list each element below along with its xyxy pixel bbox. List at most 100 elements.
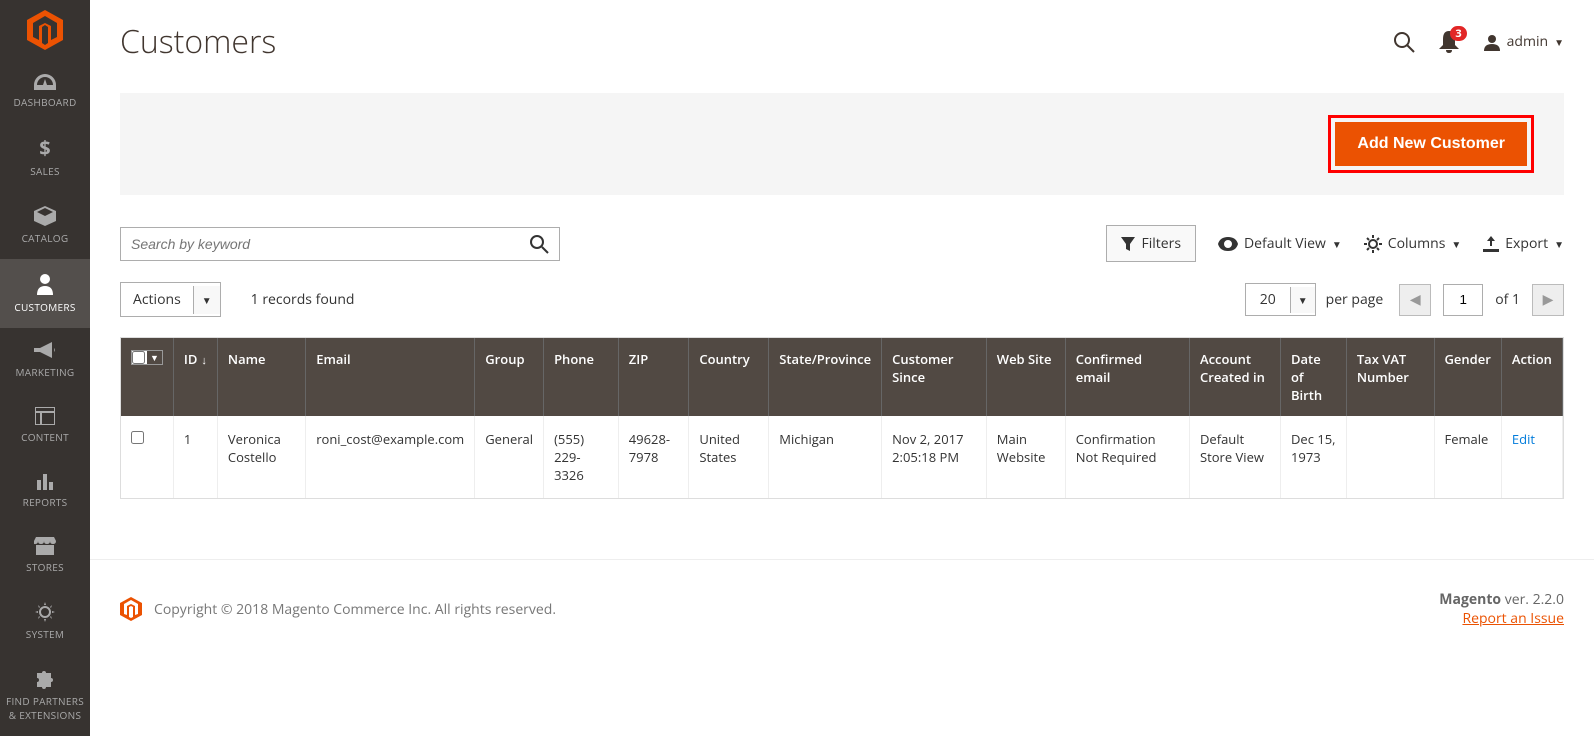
- chevron-down-icon: ▼: [1451, 237, 1461, 251]
- view-label: Default View: [1244, 234, 1326, 253]
- nav-reports[interactable]: REPORTS: [0, 458, 90, 523]
- col-checkbox: ▼: [121, 338, 173, 416]
- page-footer: Copyright © 2018 Magento Commerce Inc. A…: [90, 559, 1594, 658]
- page-input[interactable]: [1443, 284, 1483, 316]
- nav-partners[interactable]: FIND PARTNERS & EXTENSIONS: [0, 655, 90, 736]
- search-box: [120, 227, 560, 261]
- col-state[interactable]: State/Province: [769, 338, 882, 416]
- cell-dob: Dec 15, 1973: [1280, 416, 1346, 498]
- page-title: Customers: [120, 20, 276, 63]
- nav-label: STORES: [26, 560, 64, 574]
- grid-toolbar: Filters Default View ▼ Columns ▼ Export …: [90, 225, 1594, 262]
- col-name[interactable]: Name: [217, 338, 305, 416]
- store-icon: [34, 537, 56, 555]
- cell-group: General: [475, 416, 544, 498]
- col-zip[interactable]: ZIP: [618, 338, 689, 416]
- megaphone-icon: [34, 342, 56, 360]
- col-since[interactable]: Customer Since: [882, 338, 987, 416]
- nav-label: SYSTEM: [26, 627, 64, 641]
- nav-dashboard[interactable]: DASHBOARD: [0, 60, 90, 123]
- add-new-customer-button[interactable]: Add New Customer: [1335, 122, 1527, 166]
- filters-button[interactable]: Filters: [1106, 225, 1196, 262]
- notification-icon[interactable]: 3: [1439, 31, 1459, 53]
- col-created-in[interactable]: Account Created in: [1189, 338, 1280, 416]
- dollar-icon: $: [38, 137, 52, 159]
- nav-customers[interactable]: CUSTOMERS: [0, 259, 90, 328]
- search-icon[interactable]: [1393, 31, 1415, 53]
- col-action[interactable]: Action: [1501, 338, 1562, 416]
- actions-dropdown[interactable]: Actions ▼: [120, 282, 221, 317]
- gear-icon: [35, 602, 55, 622]
- cell-phone: (555) 229-3326: [544, 416, 619, 498]
- col-id[interactable]: ID↓: [173, 338, 217, 416]
- search-input[interactable]: [131, 236, 529, 252]
- chevron-down-icon: ▼: [1554, 35, 1564, 49]
- select-all-checkbox[interactable]: ▼: [131, 350, 163, 365]
- col-confirmed[interactable]: Confirmed email: [1065, 338, 1189, 416]
- page-total: of 1: [1495, 290, 1520, 309]
- nav-label: FIND PARTNERS & EXTENSIONS: [4, 694, 86, 722]
- report-issue-link[interactable]: Report an Issue: [1462, 609, 1564, 628]
- col-country[interactable]: Country: [689, 338, 769, 416]
- col-gender[interactable]: Gender: [1434, 338, 1501, 416]
- chevron-down-icon: ▼: [1554, 237, 1564, 251]
- nav-stores[interactable]: STORES: [0, 523, 90, 588]
- highlight-box: Add New Customer: [1328, 115, 1534, 173]
- cell-email: roni_cost@example.com: [306, 416, 475, 498]
- cell-website: Main Website: [986, 416, 1065, 498]
- nav-catalog[interactable]: CATALOG: [0, 192, 90, 259]
- actions-label: Actions: [121, 283, 193, 316]
- export-label: Export: [1505, 234, 1548, 253]
- admin-user-menu[interactable]: admin ▼: [1483, 32, 1564, 51]
- columns-button[interactable]: Columns ▼: [1364, 234, 1462, 253]
- col-dob[interactable]: Date of Birth: [1280, 338, 1346, 416]
- page-header: Customers 3 admin ▼: [90, 0, 1594, 93]
- nav-label: DASHBOARD: [13, 95, 76, 109]
- person-icon: [37, 273, 53, 295]
- filters-label: Filters: [1141, 234, 1181, 253]
- perpage-dropdown[interactable]: 20 ▼: [1245, 283, 1316, 316]
- cell-tax-vat: [1346, 416, 1434, 498]
- search-submit-icon[interactable]: [529, 234, 549, 254]
- edit-link[interactable]: Edit: [1512, 430, 1535, 448]
- main-content: Customers 3 admin ▼ Add New Customer: [90, 0, 1594, 736]
- version-number: ver. 2.2.0: [1501, 590, 1564, 609]
- svg-text:$: $: [39, 137, 50, 159]
- customers-grid: ▼ ID↓ Name Email Group Phone ZIP Country…: [120, 337, 1564, 499]
- dashboard-icon: [34, 74, 56, 90]
- col-website[interactable]: Web Site: [986, 338, 1065, 416]
- nav-label: CONTENT: [21, 430, 69, 444]
- col-email[interactable]: Email: [306, 338, 475, 416]
- copyright-text: Copyright © 2018 Magento Commerce Inc. A…: [154, 600, 556, 619]
- upload-icon: [1483, 236, 1499, 252]
- next-page-button[interactable]: ▶: [1532, 284, 1564, 316]
- nav-system[interactable]: SYSTEM: [0, 588, 90, 655]
- nav-label: REPORTS: [23, 495, 68, 509]
- export-button[interactable]: Export ▼: [1483, 234, 1564, 253]
- perpage-value: 20: [1246, 284, 1290, 315]
- columns-label: Columns: [1388, 234, 1446, 253]
- box-icon: [34, 206, 56, 226]
- row-checkbox[interactable]: [131, 431, 144, 444]
- chevron-down-icon: ▼: [1290, 287, 1315, 313]
- col-phone[interactable]: Phone: [544, 338, 619, 416]
- magento-logo-small: [120, 597, 142, 621]
- header-actions: 3 admin ▼: [1393, 31, 1564, 53]
- prev-page-button[interactable]: ◀: [1399, 284, 1431, 316]
- nav-content[interactable]: CONTENT: [0, 393, 90, 458]
- chart-icon: [35, 472, 55, 490]
- nav-label: CATALOG: [22, 231, 69, 245]
- version-prefix: Magento: [1439, 590, 1501, 609]
- cell-id: 1: [173, 416, 217, 498]
- magento-logo[interactable]: [27, 10, 63, 50]
- col-group[interactable]: Group: [475, 338, 544, 416]
- cell-created-in: Default Store View: [1189, 416, 1280, 498]
- user-icon: [1483, 33, 1501, 51]
- default-view-button[interactable]: Default View ▼: [1218, 234, 1342, 253]
- cell-zip: 49628-7978: [618, 416, 689, 498]
- nav-label: CUSTOMERS: [14, 300, 75, 314]
- nav-sales[interactable]: $ SALES: [0, 123, 90, 192]
- nav-marketing[interactable]: MARKETING: [0, 328, 90, 393]
- col-tax-vat[interactable]: Tax VAT Number: [1346, 338, 1434, 416]
- cell-confirmed: Confirmation Not Required: [1065, 416, 1189, 498]
